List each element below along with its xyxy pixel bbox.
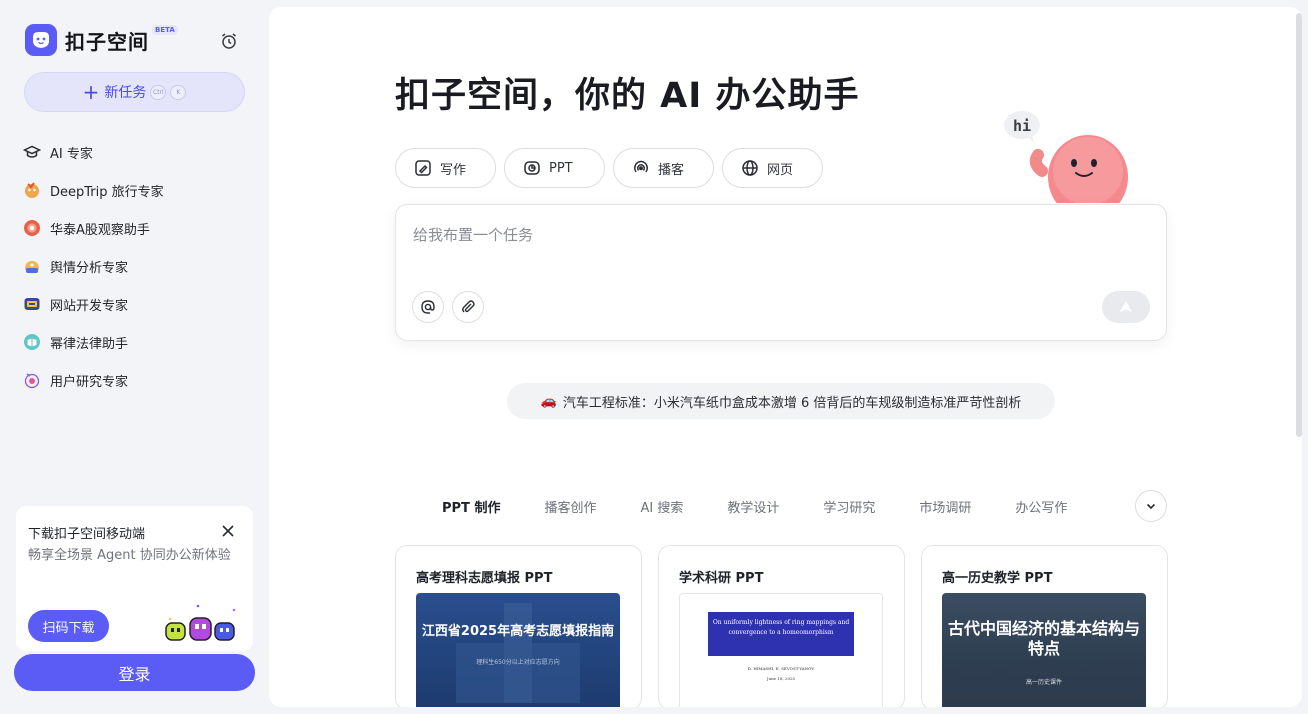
template-card-gaokao[interactable]: 高考理科志愿填报 PPT 江西省2025年高考志愿填报指南 理科生650分以上对… — [395, 545, 642, 707]
card-thumbnail: 江西省2025年高考志愿填报指南 理科生650分以上对应志愿方向 — [416, 593, 620, 707]
web-dev-agent-icon — [22, 294, 42, 314]
task-input-box[interactable]: 给我布置一个任务 — [395, 204, 1167, 341]
sidebar-item-ai-expert[interactable]: AI 专家 — [22, 133, 252, 171]
card-title: 学术科研 PPT — [679, 571, 764, 586]
paperclip-icon — [462, 300, 475, 313]
tool-write-button[interactable]: 写作 — [395, 148, 496, 188]
new-task-button[interactable]: + 新任务 Ctrl K — [24, 72, 245, 112]
tool-webpage-button[interactable]: 网页 — [722, 148, 823, 188]
tool-ppt-button[interactable]: PPT — [504, 148, 605, 188]
user-research-agent-icon — [22, 370, 42, 390]
thumbnail-title: 江西省2025年高考志愿填报指南 — [421, 624, 615, 639]
mascot-bubble-text: hi — [1013, 117, 1031, 135]
plus-icon: + — [82, 80, 100, 104]
main-panel: 扣子空间，你的 AI 办公助手 hi 写作 PPT 播客 网页 给我布置一个任务… — [269, 7, 1302, 707]
card-thumbnail: On uniformly lightness of ring mappings … — [679, 593, 883, 707]
sidebar-item-law[interactable]: 幂律法律助手 — [22, 323, 252, 361]
tab-market[interactable]: 市场调研 — [919, 497, 971, 516]
mascot-illustration: hi — [1002, 107, 1142, 219]
category-tabs: PPT 制作 播客创作 AI 搜索 教学设计 学习研究 市场调研 办公写作 — [442, 497, 1111, 516]
tab-teaching[interactable]: 教学设计 — [727, 497, 779, 516]
page-title: 扣子空间，你的 AI 办公助手 — [395, 76, 860, 116]
sidebar-item-huatai[interactable]: 华泰A股观察助手 — [22, 209, 252, 247]
card-title: 高考理科志愿填报 PPT — [416, 571, 553, 586]
beta-badge: BETA — [152, 25, 178, 35]
template-card-academic[interactable]: 学术科研 PPT On uniformly lightness of ring … — [658, 545, 905, 707]
sidebar-item-webdev[interactable]: 网站开发专家 — [22, 285, 252, 323]
alarm-clock-icon[interactable] — [219, 31, 239, 51]
download-app-card: 下载扣子空间移动端 畅享全场景 Agent 协同办公新体验 扫码下载 — [16, 506, 253, 651]
sidebar-item-label: 幂律法律助手 — [50, 336, 129, 352]
mention-button[interactable] — [412, 291, 444, 323]
attach-button[interactable] — [452, 291, 484, 323]
scrollbar[interactable] — [1296, 13, 1302, 437]
close-icon[interactable] — [220, 523, 236, 539]
tab-ppt[interactable]: PPT 制作 — [442, 497, 500, 516]
tool-podcast-button[interactable]: 播客 — [613, 148, 714, 188]
tab-podcast[interactable]: 播客创作 — [544, 497, 596, 516]
suggestion-text: 汽车工程标准：小米汽车纸巾盒成本激增 6 倍背后的车规级制造标准严苛性剖析 — [562, 395, 1022, 411]
thumbnail-title: On uniformly lightness of ring mappings … — [708, 612, 854, 656]
sidebar-item-user-research[interactable]: 用户研究专家 — [22, 361, 252, 399]
sidebar-item-label: 网站开发专家 — [50, 298, 129, 314]
sidebar-item-label: AI 专家 — [50, 146, 93, 162]
agent-list: AI 专家 DeepTrip 旅行专家 华泰A股观察助手 舆情分析专家 网站开发… — [22, 133, 252, 399]
tool-bar: 写作 PPT 播客 网页 — [395, 148, 831, 188]
shortcut-key-k: K — [170, 84, 187, 100]
stock-agent-icon — [22, 218, 42, 238]
graduation-cap-icon — [22, 142, 42, 162]
scan-download-button[interactable]: 扫码下载 — [28, 610, 109, 642]
car-icon: 🚗 — [540, 393, 557, 409]
send-button[interactable] — [1102, 291, 1150, 323]
tab-ai-search[interactable]: AI 搜索 — [640, 497, 683, 516]
write-icon — [415, 160, 431, 176]
sidebar-item-label: 华泰A股观察助手 — [50, 222, 150, 238]
sidebar-item-label: DeepTrip 旅行专家 — [50, 184, 164, 200]
thumbnail-author: D. HIMASHI, E. SEVOST'YANOV — [747, 666, 815, 671]
sidebar-item-deeptrip[interactable]: DeepTrip 旅行专家 — [22, 171, 252, 209]
thumbnail-subtitle: 理科生650分以上对应志愿方向 — [476, 659, 560, 666]
podcast-icon — [634, 160, 648, 173]
card-thumbnail: 古代中国经济的基本结构与特点 高一历史课件 — [942, 593, 1146, 707]
sidebar-item-sentiment[interactable]: 舆情分析专家 — [22, 247, 252, 285]
tool-label: 写作 — [440, 162, 467, 178]
send-arrow-icon — [1120, 301, 1132, 312]
chevron-down-icon — [1146, 503, 1156, 510]
sidebar: 扣子空间 BETA + 新任务 Ctrl K AI 专家 DeepTrip 旅行… — [0, 0, 268, 714]
tool-label: 网页 — [767, 162, 794, 178]
tool-label: PPT — [549, 160, 573, 176]
shortcut-key-ctrl: Ctrl — [150, 84, 167, 100]
brand-logo-icon — [25, 24, 57, 56]
sidebar-item-label: 舆情分析专家 — [50, 260, 129, 276]
at-sign-icon — [421, 300, 435, 314]
suggestion-chip[interactable]: 🚗 汽车工程标准：小米汽车纸巾盒成本激增 6 倍背后的车规级制造标准严苛性剖析 — [507, 383, 1055, 419]
new-task-label: 新任务 — [104, 85, 147, 101]
download-card-description: 畅享全场景 Agent 协同办公新体验 — [28, 548, 231, 563]
brand[interactable]: 扣子空间 BETA — [25, 24, 178, 56]
travel-agent-icon — [22, 180, 42, 200]
sentiment-agent-icon — [22, 256, 42, 276]
ppt-icon — [524, 161, 540, 175]
brand-name: 扣子空间 — [65, 29, 149, 54]
login-button[interactable]: 登录 — [14, 654, 255, 691]
tab-study[interactable]: 学习研究 — [823, 497, 875, 516]
thumbnail-title: 古代中国经济的基本结构与特点 — [947, 619, 1140, 658]
thumbnail-subtitle: 高一历史课件 — [1025, 679, 1062, 686]
pixel-ghosts-illustration — [164, 601, 246, 643]
thumbnail-date: June 18, 2025 — [766, 676, 796, 681]
task-input[interactable]: 给我布置一个任务 — [413, 224, 533, 245]
globe-icon — [742, 160, 758, 176]
tool-label: 播客 — [658, 162, 685, 178]
sidebar-item-label: 用户研究专家 — [50, 374, 129, 390]
card-title: 高一历史教学 PPT — [942, 571, 1053, 586]
template-card-history[interactable]: 高一历史教学 PPT 古代中国经济的基本结构与特点 高一历史课件 — [921, 545, 1168, 707]
law-agent-icon — [22, 332, 42, 352]
download-card-title: 下载扣子空间移动端 — [28, 527, 146, 542]
expand-categories-button[interactable] — [1135, 490, 1167, 522]
tab-office-writing[interactable]: 办公写作 — [1015, 497, 1067, 516]
